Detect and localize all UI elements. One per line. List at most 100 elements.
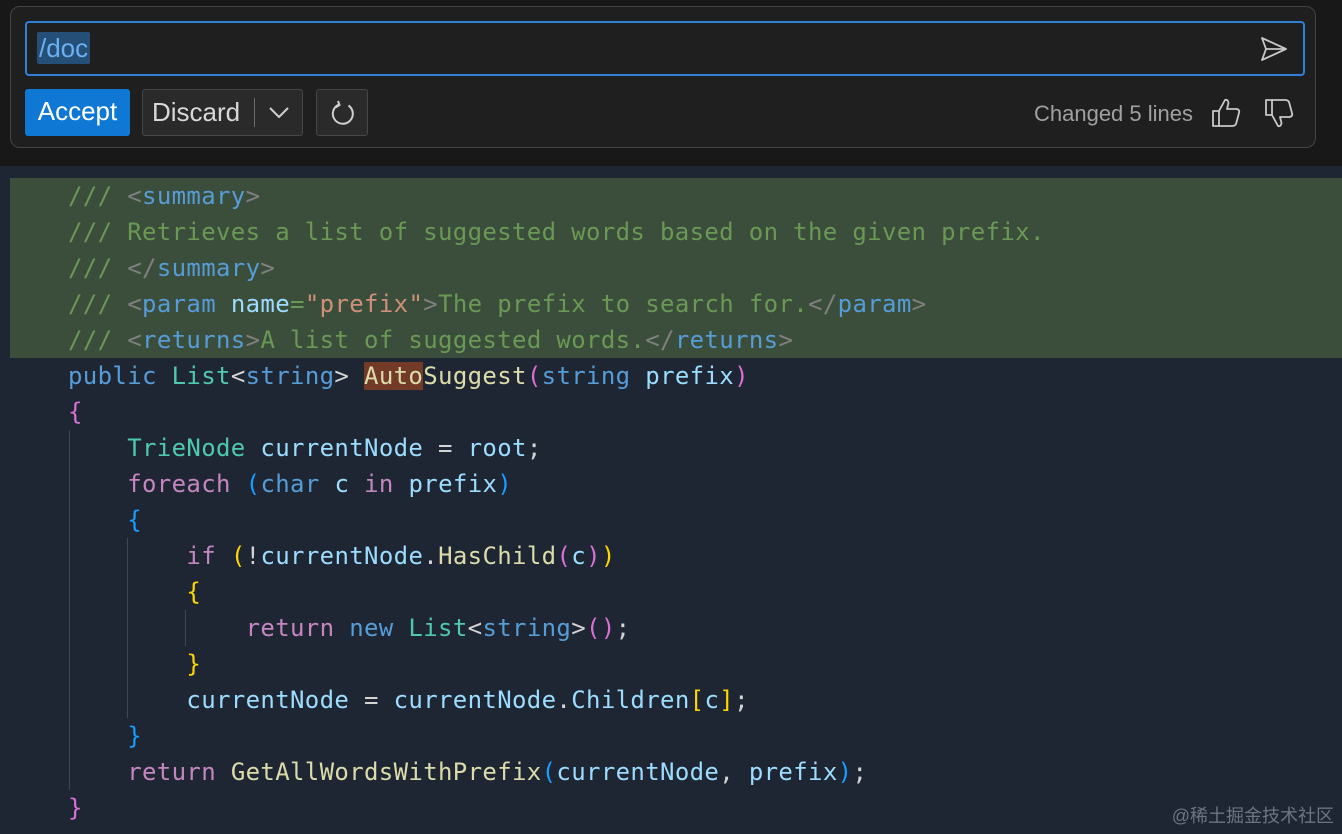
thumbs-down-icon[interactable]	[1262, 96, 1296, 130]
code-token: return	[245, 614, 335, 642]
code-token: HasChild	[438, 542, 557, 570]
thumbs-up-icon[interactable]	[1209, 96, 1243, 130]
code-token: )	[600, 542, 616, 570]
inline-chat-area: /doc Accept Discard Changed 5 lines	[0, 0, 1342, 166]
code-token: TrieNode	[127, 434, 246, 462]
code-token: c	[334, 470, 350, 498]
code-token: <	[230, 362, 246, 390]
code-token: )	[600, 614, 616, 642]
watermark: @稀土掘金技术社区	[1171, 806, 1334, 826]
chevron-down-icon[interactable]	[267, 102, 291, 122]
code-line[interactable]: foreach (char c in prefix)	[68, 466, 512, 502]
code-line[interactable]: TrieNode currentNode = root;	[68, 430, 542, 466]
code-token: summary	[142, 182, 246, 210]
code-token: name	[230, 290, 291, 318]
code-line[interactable]: public List<string> AutoSuggest(string p…	[68, 358, 749, 394]
code-token: {	[127, 506, 143, 534]
code-token: >	[778, 326, 794, 354]
accept-button[interactable]: Accept	[25, 89, 130, 136]
code-line[interactable]: }	[68, 646, 201, 682]
code-token: currentNode	[260, 434, 424, 462]
code-token: summary	[156, 254, 261, 282]
code-token: </	[127, 254, 157, 282]
code-token: currentNode	[556, 758, 720, 786]
code-token: >	[245, 326, 261, 354]
code-token: .	[556, 686, 572, 714]
code-line[interactable]: {	[68, 574, 201, 610]
code-token: currentNode	[260, 542, 424, 570]
code-line[interactable]: }	[68, 790, 83, 826]
code-token: new	[349, 614, 394, 642]
regenerate-button[interactable]	[316, 89, 368, 136]
code-line[interactable]: {	[68, 502, 142, 538]
code-token: root	[467, 434, 527, 462]
code-token: {	[186, 578, 202, 606]
code-token: <	[127, 290, 143, 318]
code-line[interactable]: return new List<string>();	[68, 610, 631, 646]
code-token: >	[245, 182, 261, 210]
code-token: )	[497, 470, 513, 498]
code-line[interactable]: /// <summary>	[68, 178, 260, 214]
code-line[interactable]: return GetAllWordsWithPrefix(currentNode…	[68, 754, 867, 790]
code-token: }	[68, 794, 83, 822]
code-token: GetAllWordsWithPrefix	[230, 758, 542, 786]
discard-button[interactable]: Discard	[142, 89, 303, 136]
code-token: ///	[68, 326, 128, 354]
code-token: prefix	[408, 470, 498, 498]
send-icon[interactable]	[1259, 34, 1289, 64]
code-token: currentNode	[393, 686, 557, 714]
code-token: >	[571, 614, 587, 642]
code-token: ;	[852, 758, 868, 786]
code-token: [	[689, 686, 705, 714]
code-token: prefix	[748, 758, 838, 786]
discard-button-label[interactable]: Discard	[152, 90, 240, 135]
code-token: }	[127, 722, 143, 750]
code-token: char	[260, 470, 320, 498]
code-token: in	[364, 470, 394, 498]
code-token: =	[349, 686, 394, 714]
code-line[interactable]: }	[68, 718, 142, 754]
code-token: foreach	[127, 470, 231, 498]
prompt-input-value[interactable]: /doc	[37, 32, 91, 64]
code-line[interactable]: /// Retrieves a list of suggested words …	[68, 214, 1045, 250]
code-editor[interactable]: /// <summary>/// Retrieves a list of sug…	[10, 178, 1342, 834]
code-token: (	[245, 470, 261, 498]
code-line[interactable]: /// <returns>A list of suggested words.<…	[68, 322, 793, 358]
code-token: ,	[719, 758, 749, 786]
code-token: =	[423, 434, 468, 462]
code-token: <	[127, 182, 143, 210]
code-token: ]	[719, 686, 735, 714]
prompt-input[interactable]: /doc	[25, 21, 1305, 76]
code-line[interactable]: /// </summary>	[68, 250, 275, 286]
code-token: =	[290, 290, 305, 318]
split-divider	[254, 98, 255, 127]
code-token: !	[245, 542, 261, 570]
code-token: Auto	[364, 362, 424, 390]
code-token: </	[808, 290, 838, 318]
code-line[interactable]: {	[68, 394, 83, 430]
code-line[interactable]: if (!currentNode.HasChild(c))	[68, 538, 616, 574]
code-token: "prefix"	[304, 290, 424, 318]
code-token: The prefix to search for.	[438, 290, 809, 318]
code-line[interactable]: currentNode = currentNode.Children[c];	[68, 682, 749, 718]
code-token: ;	[526, 434, 542, 462]
code-token: Children	[571, 686, 690, 714]
code-line[interactable]: /// <param name="prefix">The prefix to s…	[68, 286, 926, 322]
refresh-icon[interactable]	[329, 100, 357, 128]
code-token: }	[186, 650, 202, 678]
code-token: ;	[734, 686, 749, 714]
